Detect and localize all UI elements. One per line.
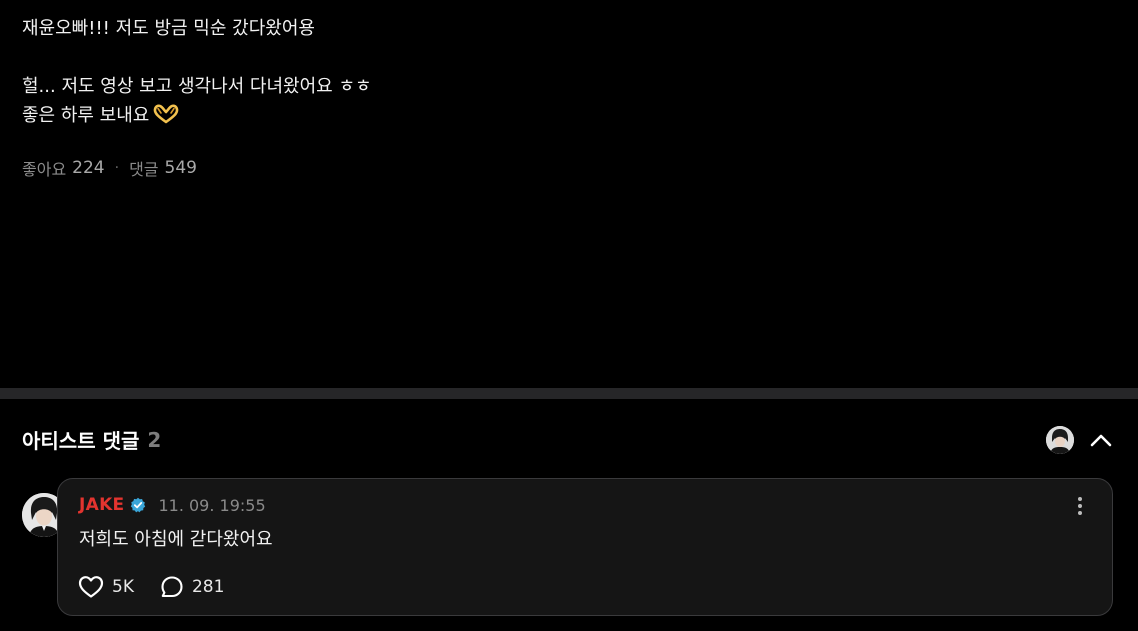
stats-separator: · [114, 160, 120, 176]
more-vertical-icon [1078, 497, 1082, 515]
app-screen: 재윤오빠!!! 저도 방금 믹순 갔다왔어용 헐... 저도 영상 보고 생각나… [0, 0, 1138, 631]
artist-comments-header: 아티스트 댓글 2 [22, 425, 161, 454]
comment-text: 저희도 아침에 갇다왔어요 [79, 529, 273, 550]
reply-count: 281 [191, 577, 225, 597]
reply-button[interactable]: 281 [160, 575, 224, 599]
comment-more-button[interactable] [1070, 495, 1090, 517]
heart-hands-emoji [153, 104, 179, 124]
collapse-button[interactable] [1088, 428, 1114, 452]
chevron-up-icon [1090, 434, 1112, 447]
comment-timestamp: 11. 09. 19:55 [158, 495, 266, 515]
artist-comments-count: 2 [147, 427, 162, 452]
like-count: 5K [112, 577, 134, 597]
likes-count: 224 [72, 158, 105, 178]
artist-comments-title: 아티스트 댓글 [22, 429, 140, 453]
post-spacer [22, 43, 1022, 72]
heart-icon [78, 576, 104, 598]
verified-badge-icon [130, 497, 146, 513]
post-stats: 좋아요 224 · 댓글 549 [22, 156, 197, 180]
likes-label: 좋아요 [22, 160, 67, 179]
like-button[interactable]: 5K [78, 575, 134, 599]
artist-avatar[interactable] [1046, 426, 1074, 454]
comments-count[interactable]: 549 [165, 158, 197, 178]
artist-comment-card: JAKE 11. 09. 19:55 저희도 아침에 갇다왔어요 5K 281 [57, 478, 1113, 616]
post-line-2: 헐... 저도 영상 보고 생각나서 다녀왔어요 ㅎㅎ [22, 76, 372, 97]
comments-label[interactable]: 댓글 [129, 156, 158, 180]
comment-meta: JAKE 11. 09. 19:55 [79, 495, 266, 515]
post-body: 재윤오빠!!! 저도 방금 믹순 갔다왔어용 헐... 저도 영상 보고 생각나… [22, 14, 1022, 130]
post-line-3-text: 좋은 하루 보내요 [22, 105, 150, 126]
post-line-3: 좋은 하루 보내요 [22, 101, 1022, 130]
post-line-1: 재윤오빠!!! 저도 방금 믹순 갔다왔어용 [22, 18, 315, 39]
section-divider [0, 388, 1138, 399]
comment-author-name[interactable]: JAKE [79, 495, 124, 515]
comment-actions: 5K 281 [78, 575, 224, 599]
comment-bubble-icon [161, 576, 183, 598]
